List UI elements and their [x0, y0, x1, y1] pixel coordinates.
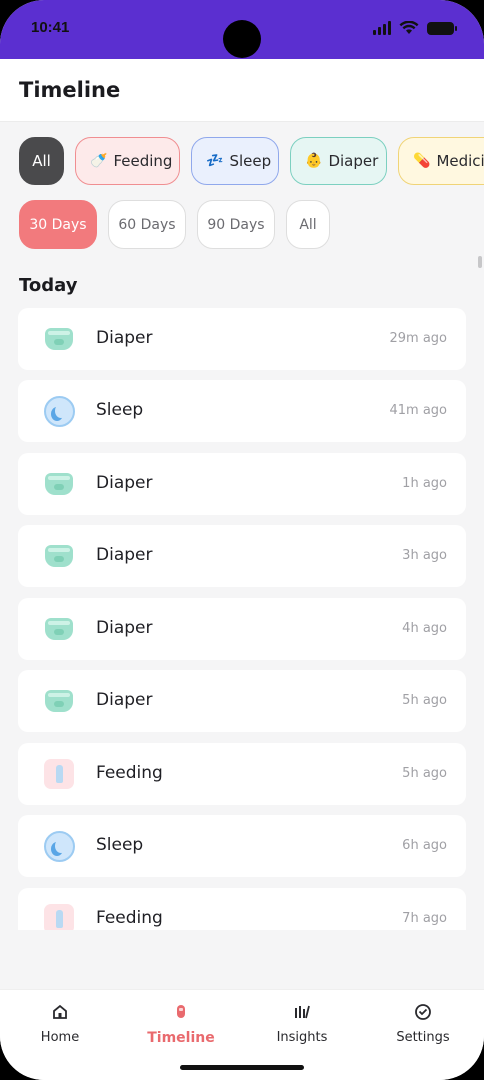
diaper-icon — [43, 540, 75, 572]
filter-chip-label: Diaper — [328, 152, 379, 170]
battery-icon — [427, 21, 457, 35]
range-chip-30-days[interactable]: 30 Days — [19, 200, 97, 249]
filter-chip-label: Medicine — [436, 152, 484, 170]
event-time: 3h ago — [402, 548, 447, 563]
nav-label: Insights — [276, 1030, 328, 1045]
event-time: 5h ago — [402, 766, 447, 781]
filter-chip-medicine[interactable]: 💊 Medicine — [398, 137, 484, 185]
status-icons — [373, 21, 457, 35]
range-chip-all[interactable]: All — [286, 200, 330, 249]
filter-chip-label: Feeding — [113, 152, 173, 170]
timeline-icon — [177, 1005, 185, 1018]
app-bar: Timeline — [0, 59, 484, 122]
diaper-icon — [43, 468, 75, 500]
event-card-diaper[interactable]: Diaper 1h ago — [18, 453, 466, 515]
nav-insights[interactable]: Insights — [247, 1002, 357, 1045]
event-label: Sleep — [96, 835, 144, 855]
event-card-sleep[interactable]: Sleep 41m ago — [18, 380, 466, 442]
event-label: Diaper — [96, 328, 153, 348]
baby-icon: 👶 — [305, 153, 323, 169]
nav-label: Timeline — [147, 1030, 215, 1046]
diaper-icon — [43, 613, 75, 645]
pill-icon: 💊 — [413, 153, 431, 169]
event-time: 1h ago — [402, 476, 447, 491]
section-title: Today — [19, 275, 78, 296]
category-filter-row: All 🍼 Feeding 💤 Sleep 👶 Diaper 💊 Medicin… — [19, 137, 484, 185]
settings-icon — [415, 1004, 431, 1020]
event-label: Feeding — [96, 908, 163, 928]
status-bar: 10:41 — [0, 0, 484, 59]
event-label: Diaper — [96, 690, 153, 710]
event-time: 4h ago — [402, 621, 447, 636]
filter-chip-label: All — [32, 152, 51, 170]
event-time: 41m ago — [389, 403, 447, 418]
nav-home[interactable]: Home — [5, 1002, 115, 1045]
diaper-icon — [43, 323, 75, 355]
event-label: Feeding — [96, 763, 163, 783]
wifi-icon — [399, 21, 419, 34]
event-time: 5h ago — [402, 693, 447, 708]
event-time: 7h ago — [402, 911, 447, 926]
insights-icon — [295, 1005, 310, 1019]
event-label: Sleep — [96, 400, 144, 420]
filter-chip-feeding[interactable]: 🍼 Feeding — [75, 137, 180, 185]
moon-icon — [43, 830, 75, 862]
bottle-icon: 🍼 — [90, 153, 108, 169]
event-card-sleep[interactable]: Sleep 6h ago — [18, 815, 466, 877]
event-label: Diaper — [96, 545, 153, 565]
event-card-diaper[interactable]: Diaper 5h ago — [18, 670, 466, 732]
event-time: 6h ago — [402, 838, 447, 853]
event-card-feeding[interactable]: Feeding 5h ago — [18, 743, 466, 805]
zzz-icon: 💤 — [206, 153, 224, 169]
status-time: 10:41 — [31, 19, 70, 36]
scrollbar-thumb[interactable] — [478, 256, 482, 268]
range-chip-90-days[interactable]: 90 Days — [197, 200, 275, 249]
filter-chip-sleep[interactable]: 💤 Sleep — [191, 137, 279, 185]
event-label: Diaper — [96, 618, 153, 638]
filter-chip-label: Sleep — [229, 152, 272, 170]
event-list: Diaper 29m ago Sleep 41m ago Diaper 1h a… — [0, 306, 484, 930]
signal-icon — [373, 21, 391, 35]
date-range-filter-row: 30 Days 60 Days 90 Days All — [19, 200, 330, 249]
event-card-feeding[interactable]: Feeding 7h ago — [18, 888, 466, 930]
nav-label: Home — [40, 1030, 80, 1045]
event-label: Diaper — [96, 473, 153, 493]
nav-timeline[interactable]: Timeline — [126, 1002, 236, 1046]
event-time: 29m ago — [389, 331, 447, 346]
home-icon — [53, 1004, 67, 1019]
filter-chip-diaper[interactable]: 👶 Diaper — [290, 137, 387, 185]
nav-settings[interactable]: Settings — [368, 1002, 478, 1045]
nav-label: Settings — [396, 1030, 450, 1045]
home-indicator[interactable] — [180, 1065, 304, 1070]
range-chip-60-days[interactable]: 60 Days — [108, 200, 186, 249]
filter-chip-all[interactable]: All — [19, 137, 64, 185]
event-card-diaper[interactable]: Diaper 29m ago — [18, 308, 466, 370]
page-title: Timeline — [19, 78, 121, 102]
event-card-diaper[interactable]: Diaper 3h ago — [18, 525, 466, 587]
moon-icon — [43, 395, 75, 427]
diaper-icon — [43, 685, 75, 717]
bottle-icon — [43, 758, 75, 790]
front-camera — [223, 20, 261, 58]
event-card-diaper[interactable]: Diaper 4h ago — [18, 598, 466, 660]
bottle-icon — [43, 903, 75, 930]
phone-screen: 10:41 Timeline All 🍼 Feeding 💤 Sleep 👶 D… — [0, 0, 484, 1080]
